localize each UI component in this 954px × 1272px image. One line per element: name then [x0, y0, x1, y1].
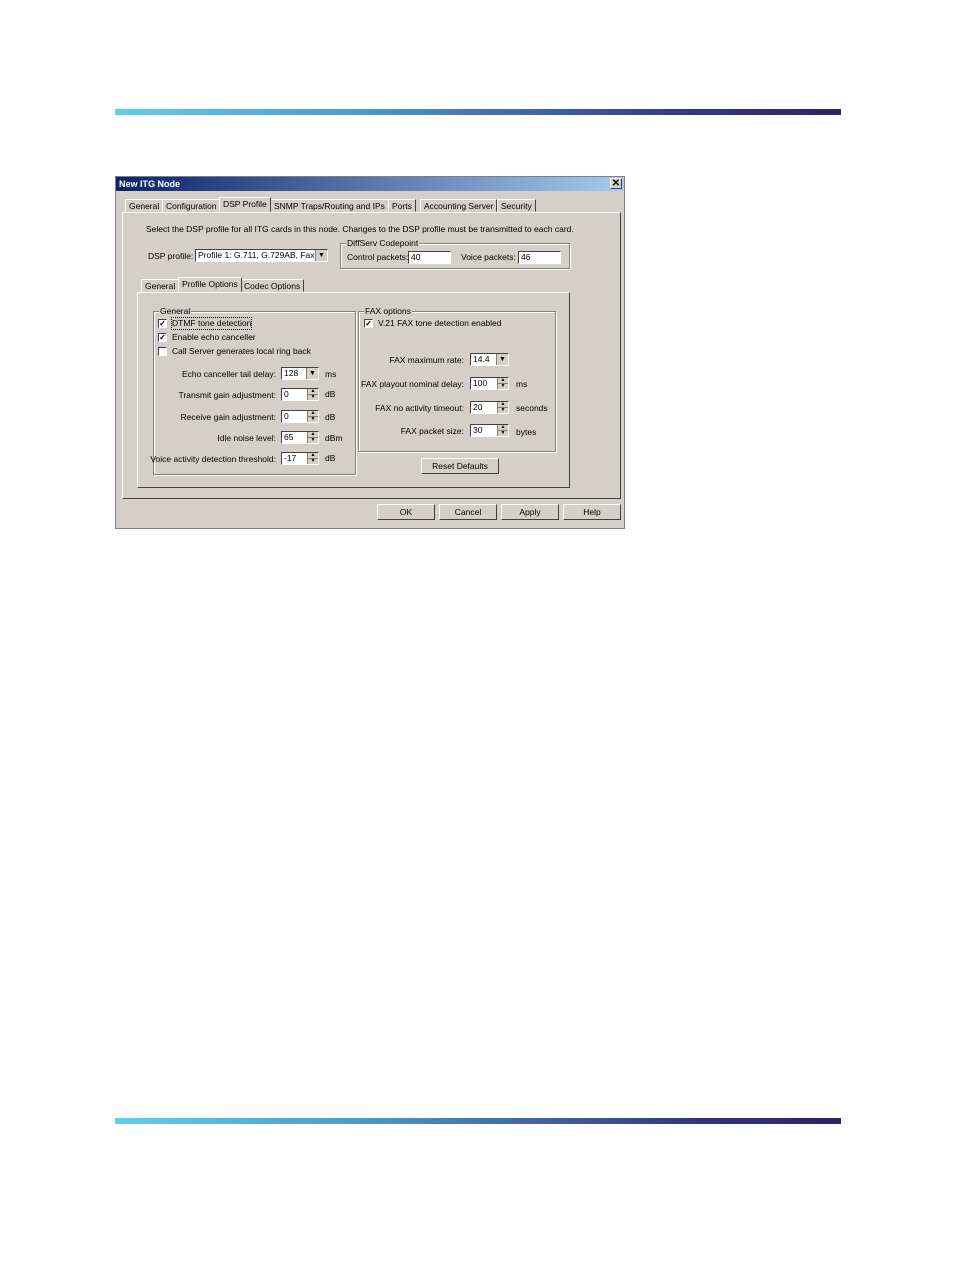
- idle-noise-unit: dBm: [325, 433, 343, 443]
- footer-rule: [115, 1118, 841, 1124]
- spinner-arrows-icon[interactable]: ▲ ▼: [497, 425, 508, 436]
- dsp-profile-value: Profile 1: G.711, G.729AB, Fax: [198, 250, 315, 260]
- tab-general[interactable]: General: [125, 199, 164, 212]
- spinner-arrows-icon[interactable]: ▲ ▼: [307, 453, 318, 464]
- dtmf-checkbox[interactable]: ✓: [158, 319, 167, 328]
- diffserv-legend: DiffServ Codepoint: [346, 238, 420, 248]
- control-packets-label: Control packets:: [347, 252, 409, 262]
- tx-gain-label: Transmit gain adjustment:: [178, 390, 276, 400]
- vad-label: Voice activity detection threshold:: [150, 454, 276, 464]
- echo-canceller-label: Enable echo canceller: [172, 332, 256, 342]
- rx-gain-unit: dB: [325, 412, 336, 422]
- vad-unit: dB: [325, 453, 336, 463]
- fax-max-rate-select[interactable]: 14.4 ▼: [470, 353, 509, 366]
- tab-ports[interactable]: Ports: [388, 199, 416, 212]
- subtab-profile-options[interactable]: Profile Options: [178, 277, 242, 292]
- echo-tail-label: Echo canceller tail delay:: [181, 369, 276, 379]
- voice-packets-input[interactable]: 46: [518, 251, 561, 264]
- spinner-arrows-icon[interactable]: ▲ ▼: [497, 402, 508, 413]
- idle-noise-spinner[interactable]: 65 ▲ ▼: [281, 431, 319, 444]
- fax-no-activity-value: 20: [473, 402, 483, 412]
- window-title: New ITG Node: [119, 179, 181, 189]
- header-rule: [115, 109, 841, 115]
- apply-button[interactable]: Apply: [501, 504, 559, 520]
- fax-packet-size-value: 30: [473, 425, 483, 435]
- dsp-profile-select[interactable]: Profile 1: G.711, G.729AB, Fax ▼: [195, 249, 328, 262]
- close-icon[interactable]: ✕: [610, 178, 622, 189]
- tab-configuration[interactable]: Configuration: [162, 199, 221, 212]
- tab-accounting-server[interactable]: Accounting Server: [420, 199, 498, 212]
- fax-no-activity-label: FAX no activity timeout:: [375, 403, 464, 413]
- spinner-arrows-icon[interactable]: ▲ ▼: [307, 432, 318, 443]
- cancel-button[interactable]: Cancel: [439, 504, 497, 520]
- ring-back-label: Call Server generates local ring back: [172, 346, 311, 356]
- idle-noise-label: Idle noise level:: [217, 433, 276, 443]
- echo-tail-select[interactable]: 128 ▼: [281, 367, 319, 380]
- rx-gain-spinner[interactable]: 0 ▲ ▼: [281, 410, 319, 423]
- new-itg-node-dialog: New ITG Node ✕ General Configuration DSP…: [115, 176, 625, 529]
- spinner-arrows-icon[interactable]: ▲ ▼: [307, 389, 318, 400]
- ring-back-checkbox[interactable]: [158, 347, 167, 356]
- v21-checkbox[interactable]: ✓: [364, 319, 373, 328]
- profile-options-panel: General ✓ DTMF tone detection ✓ Enable e…: [137, 292, 570, 488]
- tab-dsp-profile[interactable]: DSP Profile: [219, 197, 271, 212]
- help-button[interactable]: Help: [563, 504, 621, 520]
- spinner-arrows-icon[interactable]: ▲ ▼: [307, 411, 318, 422]
- fax-playout-label: FAX playout nominal delay:: [360, 379, 464, 389]
- echo-tail-value: 128: [284, 368, 299, 378]
- tx-gain-unit: dB: [325, 389, 336, 399]
- echo-tail-unit: ms: [325, 369, 337, 379]
- fax-packet-size-spinner[interactable]: 30 ▲ ▼: [470, 424, 509, 437]
- fax-max-rate-value: 14.4: [473, 354, 490, 364]
- instruction-text: Select the DSP profile for all ITG cards…: [146, 224, 574, 234]
- chevron-down-icon[interactable]: ▼: [306, 368, 318, 379]
- v21-label: V.21 FAX tone detection enabled: [378, 318, 502, 328]
- vad-value: -17: [284, 453, 297, 463]
- tx-gain-spinner[interactable]: 0 ▲ ▼: [281, 388, 319, 401]
- ok-button[interactable]: OK: [377, 504, 435, 520]
- chevron-down-icon[interactable]: ▼: [315, 250, 327, 261]
- fax-legend: FAX options: [364, 306, 412, 316]
- tab-snmp-traps[interactable]: SNMP Traps/Routing and IPs: [270, 199, 389, 212]
- fax-playout-spinner[interactable]: 100 ▲ ▼: [470, 377, 509, 390]
- reset-defaults-button[interactable]: Reset Defaults: [421, 458, 499, 474]
- dtmf-label: DTMF tone detection: [170, 317, 253, 330]
- general-legend: General: [159, 306, 192, 316]
- fax-max-rate-label: FAX maximum rate:: [389, 355, 464, 365]
- fax-packet-size-label: FAX packet size:: [400, 426, 464, 436]
- fax-playout-unit: ms: [516, 379, 528, 389]
- vad-spinner[interactable]: -17 ▲ ▼: [281, 452, 319, 465]
- fax-no-activity-unit: seconds: [516, 403, 548, 413]
- title-bar: New ITG Node ✕: [116, 177, 624, 191]
- subtab-codec-options[interactable]: Codec Options: [240, 279, 305, 292]
- rx-gain-label: Receive gain adjustment:: [180, 412, 276, 422]
- voice-packets-label: Voice packets:: [461, 252, 516, 262]
- spinner-arrows-icon[interactable]: ▲ ▼: [497, 378, 508, 389]
- diffserv-group: DiffServ Codepoint Control packets: 40 V…: [340, 238, 570, 269]
- idle-noise-value: 65: [284, 432, 294, 442]
- tx-gain-value: 0: [284, 389, 289, 399]
- chevron-down-icon[interactable]: ▼: [496, 354, 508, 365]
- control-packets-input[interactable]: 40: [408, 251, 451, 264]
- fax-options-group: FAX options ✓ V.21 FAX tone detection en…: [358, 306, 556, 452]
- rx-gain-value: 0: [284, 411, 289, 421]
- fax-packet-size-unit: bytes: [516, 427, 537, 437]
- fax-playout-value: 100: [473, 378, 488, 388]
- fax-no-activity-spinner[interactable]: 20 ▲ ▼: [470, 401, 509, 414]
- echo-canceller-checkbox[interactable]: ✓: [158, 333, 167, 342]
- general-group: General ✓ DTMF tone detection ✓ Enable e…: [150, 306, 356, 475]
- subtab-general[interactable]: General: [141, 279, 180, 292]
- dsp-profile-label: DSP profile:: [148, 251, 194, 261]
- tab-security[interactable]: Security: [497, 199, 536, 212]
- dsp-profile-panel: Select the DSP profile for all ITG cards…: [122, 212, 621, 499]
